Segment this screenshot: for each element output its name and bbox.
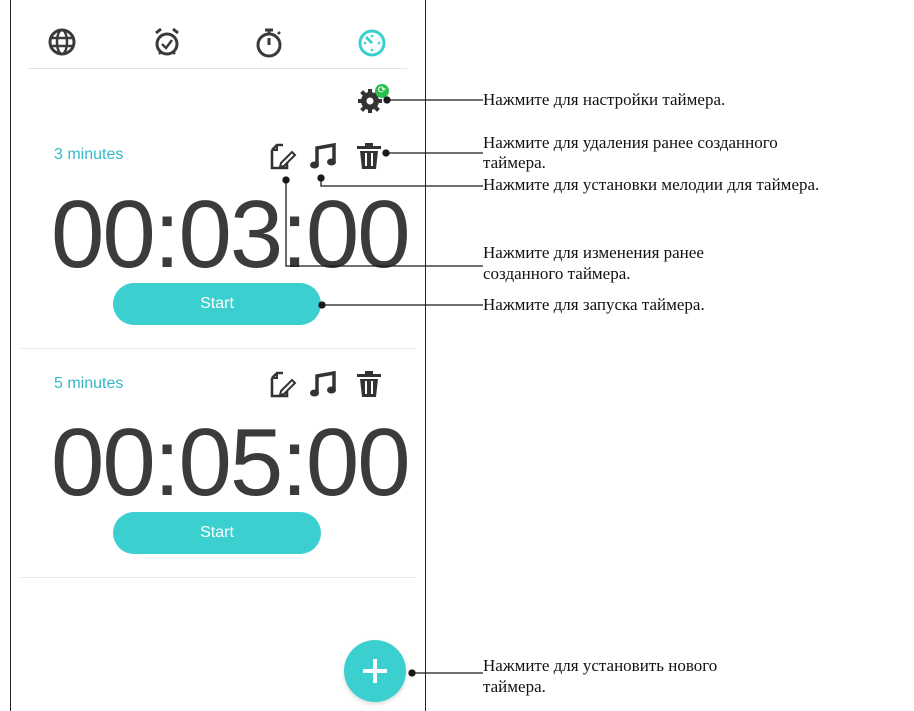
tab-bar: [11, 18, 425, 68]
callout-edit-line1: Нажмите для изменения ранее: [483, 243, 704, 262]
callout-delete-line2: таймера.: [483, 153, 546, 172]
timer-2-start-button[interactable]: Start: [113, 512, 321, 554]
add-timer-button[interactable]: [344, 640, 406, 702]
timer-divider: [21, 348, 415, 349]
plus-icon: [363, 659, 387, 683]
tabs-divider: [29, 68, 407, 69]
timer-1-start-button[interactable]: Start: [113, 283, 321, 325]
trash-icon: [357, 143, 381, 169]
trash-icon: [357, 371, 381, 397]
globe-icon: [48, 28, 76, 56]
phone-screen: ⟳ 3 minutes 00:03:00 Start 5 minutes 00:…: [10, 0, 426, 711]
tab-timer[interactable]: [348, 18, 396, 66]
timer-1-ringtone-button[interactable]: [308, 141, 338, 171]
timer-1-label: 3 minutes: [54, 146, 124, 163]
edit-timer-icon: [270, 371, 297, 398]
tab-world-clock[interactable]: [38, 18, 86, 66]
edit-timer-icon: [270, 143, 297, 170]
music-note-icon: [310, 142, 336, 169]
timer-2-label: 5 minutes: [54, 375, 124, 392]
sync-badge-icon: ⟳: [375, 84, 389, 98]
callout-ringtone: Нажмите для установки мелодии для таймер…: [483, 175, 820, 194]
timer-1-time: 00:03:00: [51, 181, 411, 288]
stopwatch-icon: [256, 28, 282, 58]
callout-add-line1: Нажмите для установить нового: [483, 656, 718, 675]
callout-add-line2: таймера.: [483, 677, 546, 696]
alarm-clock-icon: [155, 27, 179, 56]
timer-divider: [21, 577, 415, 578]
timer-icon: [358, 29, 386, 57]
callout-edit-line2: созданного таймера.: [483, 264, 631, 283]
timer-2-time: 00:05:00: [51, 409, 411, 516]
timer-1-edit-button[interactable]: [267, 141, 297, 171]
timer-2-ringtone-button[interactable]: [308, 369, 338, 399]
callout-settings: Нажмите для настройки таймера.: [483, 90, 726, 109]
callout-start: Нажмите для запуска таймера.: [483, 295, 705, 314]
timer-2-edit-button[interactable]: [267, 369, 297, 399]
music-note-icon: [310, 370, 336, 397]
tab-alarm[interactable]: [143, 18, 191, 66]
callout-delete-line1: Нажмите для удаления ранее созданного: [483, 133, 778, 152]
timer-2-delete-button[interactable]: [354, 369, 384, 399]
tab-stopwatch[interactable]: [245, 18, 293, 66]
timer-1-delete-button[interactable]: [354, 141, 384, 171]
